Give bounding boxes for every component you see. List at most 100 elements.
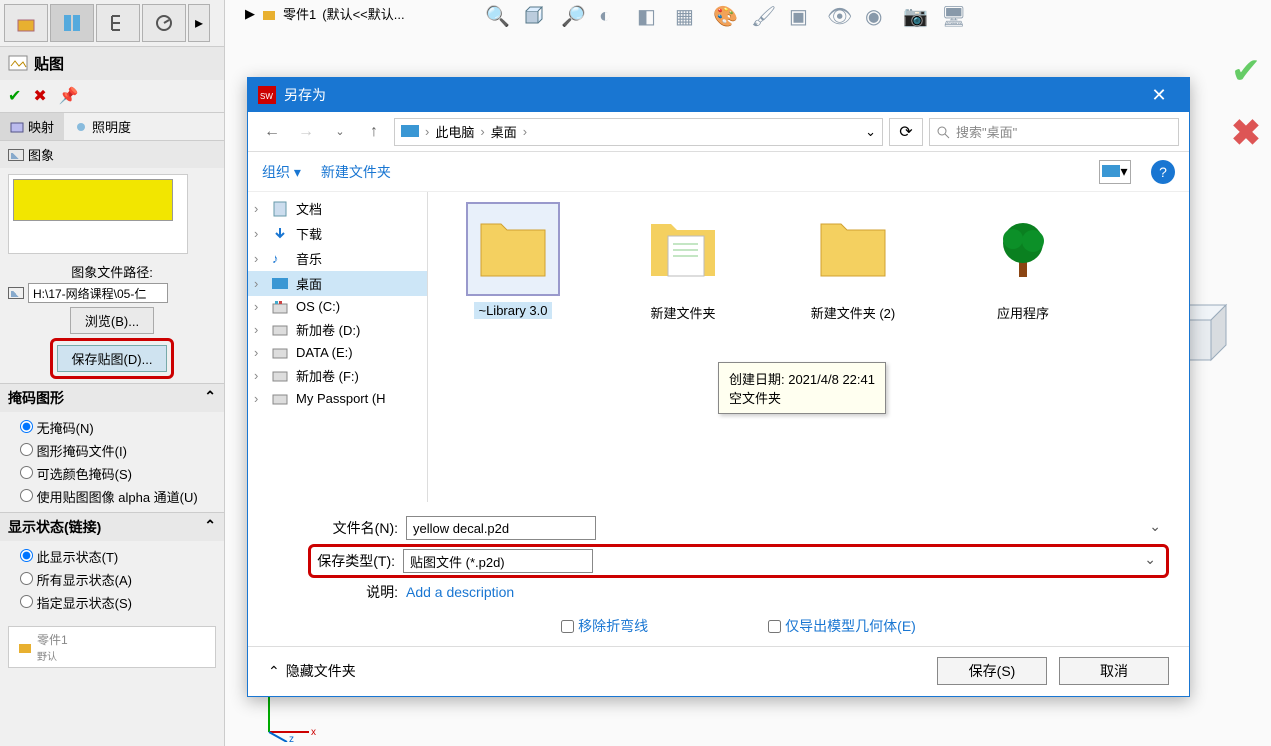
breadcrumb-sep-icon[interactable] xyxy=(523,124,527,139)
breadcrumb-part[interactable]: 零件1 xyxy=(283,4,316,23)
mask-color[interactable]: 可选颜色掩码(S) xyxy=(20,462,204,485)
tree-docs[interactable]: ›文档 xyxy=(248,196,427,221)
render-icon[interactable]: ◉ xyxy=(865,4,889,28)
section-icon[interactable]: ◧ xyxy=(637,4,661,28)
status-ok-icon[interactable]: ✔ xyxy=(1231,50,1261,92)
file-app[interactable]: 应用程序 xyxy=(958,204,1088,323)
help-button[interactable]: ? xyxy=(1151,160,1175,184)
camera-icon[interactable]: 📷 xyxy=(903,4,927,28)
part-icon xyxy=(261,6,277,22)
view-mode-button[interactable]: ▾ xyxy=(1099,160,1131,184)
hide-folders-label: 隐藏文件夹 xyxy=(286,661,356,681)
tab-mapping-label: 映射 xyxy=(28,117,54,136)
display-all[interactable]: 所有显示状态(A) xyxy=(20,568,204,591)
panel-header: 贴图 xyxy=(0,47,224,80)
tab-dimxpert-icon[interactable] xyxy=(142,4,186,42)
organize-button[interactable]: 组织 ▾ xyxy=(262,162,301,182)
search-placeholder: 搜索"桌面" xyxy=(956,122,1017,141)
nav-forward-icon[interactable]: → xyxy=(292,118,320,146)
savetype-label: 保存类型(T): xyxy=(313,551,395,571)
browse-button[interactable]: 浏览(B)... xyxy=(70,307,154,334)
mask-header-label: 掩码图形 xyxy=(8,388,64,408)
cube-icon[interactable] xyxy=(523,4,547,28)
display-this[interactable]: 此显示状态(T) xyxy=(20,545,204,568)
refresh-button[interactable]: ⟳ xyxy=(889,118,923,146)
tree-newf[interactable]: ›新加卷 (F:) xyxy=(248,363,427,388)
display-group-header[interactable]: 显示状态(链接)⌃ xyxy=(0,512,224,541)
screen-icon[interactable]: 🖥 xyxy=(941,4,965,28)
part-list-item[interactable]: 零件1 野认 xyxy=(8,626,216,668)
tree-desktop[interactable]: ›桌面 xyxy=(248,271,427,296)
orbit-icon[interactable]: ◐ xyxy=(599,4,623,28)
part-item-sub: 野认 xyxy=(37,648,68,663)
appearance-icon[interactable]: 🖌 xyxy=(751,4,775,28)
export-only-checkbox[interactable]: 仅导出模型几何体(E) xyxy=(768,616,916,636)
save-button[interactable]: 保存(S) xyxy=(937,657,1047,685)
crumb-desktop[interactable]: 桌面 xyxy=(491,122,517,141)
status-cancel-icon[interactable]: ✖ xyxy=(1231,112,1261,154)
crumb-pc[interactable]: 此电脑 xyxy=(435,122,474,141)
tree-downloads[interactable]: ›下载 xyxy=(248,221,427,246)
image-path-field[interactable] xyxy=(28,283,168,303)
new-folder-button[interactable]: 新建文件夹 xyxy=(321,162,391,182)
save-as-dialog: SW 另存为 ✕ ← → ⌄ ↑ 此电脑 桌面 ⌄ ⟳ 搜索"桌面" 组织 ▾ … xyxy=(247,77,1190,697)
file-folder1-label: 新建文件夹 xyxy=(646,302,719,323)
add-description-link[interactable]: Add a description xyxy=(406,584,514,600)
filename-field[interactable] xyxy=(406,516,596,540)
cancel-button[interactable]: 取消 xyxy=(1059,657,1169,685)
nav-recent-icon[interactable]: ⌄ xyxy=(326,118,354,146)
breadcrumb-state[interactable]: (默认<<默认... xyxy=(322,4,404,23)
cancel-icon[interactable]: ✖ xyxy=(33,86,46,106)
ok-icon[interactable]: ✔ xyxy=(8,86,21,106)
mask-group-header[interactable]: 掩码图形⌃ xyxy=(0,383,224,412)
tab-lighting-label: 照明度 xyxy=(92,117,131,136)
tree-passport[interactable]: ›My Passport (H xyxy=(248,388,427,409)
export-options: 移除折弯线 仅导出模型几何体(E) xyxy=(308,606,1169,646)
savetype-field[interactable] xyxy=(403,549,593,573)
tooltip-line1: 创建日期: 2021/4/8 22:41 xyxy=(729,369,875,388)
visibility-icon[interactable]: 👁 xyxy=(827,4,851,28)
file-folder2[interactable]: 新建文件夹 (2) xyxy=(788,204,918,323)
tab-feature-icon[interactable] xyxy=(4,4,48,42)
part-icon xyxy=(17,639,33,655)
address-dropdown-icon[interactable]: ⌄ xyxy=(865,124,876,140)
dialog-body: ›文档 ›下载 ›♪音乐 ›桌面 ›OS (C:) ›新加卷 (D:) ›DAT… xyxy=(248,192,1189,502)
tab-lighting[interactable]: 照明度 xyxy=(64,113,141,140)
search-box[interactable]: 搜索"桌面" xyxy=(929,118,1179,146)
display-style-icon[interactable]: ▦ xyxy=(675,4,699,28)
tab-property-icon[interactable] xyxy=(50,4,94,42)
display-specify[interactable]: 指定显示状态(S) xyxy=(20,591,204,614)
mask-alpha[interactable]: 使用贴图图像 alpha 通道(U) xyxy=(20,485,204,508)
hide-folders-toggle[interactable]: ⌃ 隐藏文件夹 xyxy=(268,661,356,681)
tree-datae[interactable]: ›DATA (E:) xyxy=(248,342,427,363)
breadcrumb-sep-icon[interactable] xyxy=(480,124,484,139)
pin-icon[interactable]: 📌 xyxy=(59,86,79,106)
view-cube-icon[interactable]: ▣ xyxy=(789,4,813,28)
mask-options: 无掩码(N) 图形掩码文件(I) 可选颜色掩码(S) 使用贴图图像 alpha … xyxy=(0,412,224,512)
nav-up-icon[interactable]: ↑ xyxy=(360,118,388,146)
tree-osc-label: OS (C:) xyxy=(296,299,340,314)
mask-none[interactable]: 无掩码(N) xyxy=(20,416,204,439)
zoom-fit-icon[interactable]: 🔍 xyxy=(485,4,509,28)
file-folder1[interactable]: 新建文件夹 xyxy=(618,204,748,323)
tab-more-icon[interactable]: ▸ xyxy=(188,4,210,42)
file-library[interactable]: ~Library 3.0 xyxy=(448,204,578,319)
organize-label: 组织 xyxy=(262,164,290,180)
path-input-row xyxy=(8,283,216,303)
tree-music[interactable]: ›♪音乐 xyxy=(248,246,427,271)
mask-graphic[interactable]: 图形掩码文件(I) xyxy=(20,439,204,462)
address-bar[interactable]: 此电脑 桌面 ⌄ xyxy=(394,118,883,146)
tree-osc[interactable]: ›OS (C:) xyxy=(248,296,427,317)
save-decal-button[interactable]: 保存贴图(D)... xyxy=(57,345,168,372)
tab-config-icon[interactable] xyxy=(96,4,140,42)
tab-mapping[interactable]: 映射 xyxy=(0,113,64,140)
action-bar: ✔ ✖ 📌 xyxy=(0,80,224,113)
tree-newd[interactable]: ›新加卷 (D:) xyxy=(248,317,427,342)
close-button[interactable]: ✕ xyxy=(1139,85,1179,106)
breadcrumb-arrow-icon[interactable]: ▶ xyxy=(245,6,255,22)
scene-icon[interactable]: 🎨 xyxy=(713,4,737,28)
nav-back-icon[interactable]: ← xyxy=(258,118,286,146)
remove-bends-checkbox[interactable]: 移除折弯线 xyxy=(561,616,648,636)
breadcrumb-sep-icon[interactable] xyxy=(425,124,429,139)
search-icon[interactable]: 🔎 xyxy=(561,4,585,28)
